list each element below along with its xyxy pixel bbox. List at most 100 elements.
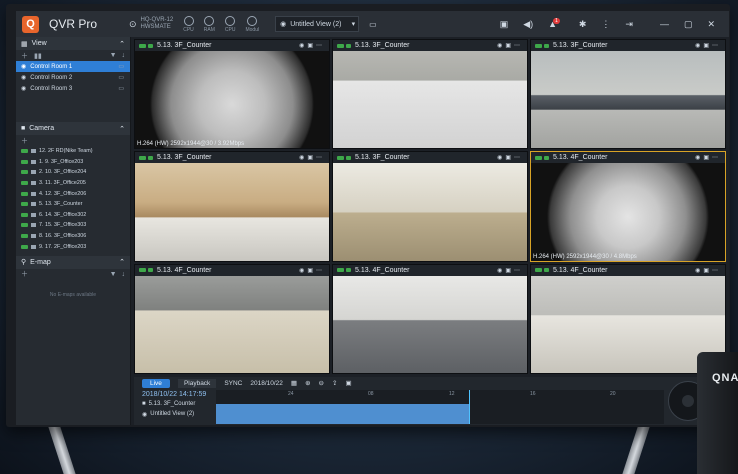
- recording-status-icon: [139, 155, 146, 160]
- camera-icon: ■: [142, 401, 146, 407]
- view-item[interactable]: ◉ Control Room 2 ▭: [16, 72, 130, 83]
- camera-list-item[interactable]: 6. 14. 3F_Office302: [16, 210, 130, 221]
- date-field[interactable]: 2018/10/22: [250, 380, 283, 387]
- recording-status-icon: [21, 202, 28, 207]
- tile-action-icons[interactable]: ◉▣⋯: [497, 267, 523, 274]
- tile-action-icons[interactable]: ◉▣⋯: [695, 42, 721, 49]
- camera-tile[interactable]: 5.13. 4F_Counter ◉▣⋯: [134, 263, 330, 374]
- tile-action-icons[interactable]: ◉▣⋯: [497, 42, 523, 49]
- snapshot-icon[interactable]: ▣: [345, 379, 351, 387]
- tile-action-icons[interactable]: ◉▣⋯: [695, 154, 721, 161]
- playback-button[interactable]: Playback: [177, 378, 217, 388]
- emap-tools: ＋ ▼ ↓: [16, 269, 130, 280]
- recording-status-icon: [337, 155, 344, 160]
- maximize-icon[interactable]: ▢: [684, 19, 693, 30]
- tile-action-icons[interactable]: ◉▣⋯: [695, 267, 721, 274]
- camera-tile[interactable]: 5.13. 4F_Counter ◉▣⋯ H.264 (HW) 2592x1944@…: [530, 151, 726, 262]
- stream-info: H.264 (HW) 2592x1944@30 / 4.8Mbps: [533, 253, 637, 260]
- timeline-ticks: 24 08 12 16 20: [216, 390, 664, 398]
- add-icon[interactable]: ＋: [21, 136, 28, 146]
- minimize-icon[interactable]: —: [660, 19, 669, 29]
- tile-header: 5.13. 3F_Counter ◉▣⋯: [333, 40, 527, 51]
- emap-panel-header[interactable]: ⚲ E-map ⌃: [16, 255, 130, 269]
- logout-icon[interactable]: ⇥: [625, 19, 633, 30]
- view-select[interactable]: ◉ Untitled View (2) ▾: [275, 16, 360, 32]
- timeline-track[interactable]: 24 08 12 16 20: [216, 390, 664, 424]
- camera-list-item[interactable]: 7. 15. 3F_Office303: [16, 220, 130, 231]
- zoom-in-icon[interactable]: ⊕: [305, 379, 310, 387]
- camera-tile[interactable]: 5.13. 3F_Counter ◉▣⋯: [530, 39, 726, 150]
- monitor-icon[interactable]: ▭: [118, 74, 124, 81]
- camera-tile[interactable]: 5.13. 3F_Counter ◉▣⋯: [332, 151, 528, 262]
- monitor-icon[interactable]: ▭: [118, 63, 124, 70]
- tile-header: 5.13. 3F_Counter ◉▣⋯: [135, 40, 329, 51]
- view-list: ◉ Control Room 1 ▭ ◉ Control Room 2 ▭ ◉ Control…: [16, 61, 130, 94]
- tile-header: 5.13. 3F_Counter ◉▣⋯: [531, 40, 725, 51]
- tile-action-icons[interactable]: ◉▣⋯: [497, 154, 523, 161]
- save-view-icon[interactable]: ▭: [369, 20, 377, 29]
- export-icon[interactable]: ⇪: [332, 379, 337, 387]
- collapse-icon[interactable]: ⌃: [119, 258, 125, 266]
- monitor-icon[interactable]: ▭: [118, 85, 124, 92]
- timeline-panel: Live Playback SYNC 2018/10/22 ▦ ⊕ ⊖ ⇪ ▣ …: [134, 377, 726, 425]
- eye-icon: ◉: [142, 411, 148, 418]
- recording-status-icon: [337, 268, 344, 273]
- camera-tile[interactable]: 5.13. 3F_Counter ◉▣⋯ H.264 (HW) 2592x1944@…: [134, 39, 330, 150]
- recording-status-icon: [21, 191, 28, 196]
- camera-list-item[interactable]: 5. 13. 3F_Counter: [16, 199, 130, 210]
- camera-list-item[interactable]: 1. 9. 3F_Office203: [16, 157, 130, 168]
- filter-icon[interactable]: ▼: [110, 271, 117, 278]
- live-button[interactable]: Live: [142, 378, 170, 388]
- camera-feed: [333, 275, 527, 373]
- timeline-tick-label: 08: [368, 391, 374, 397]
- tile-header: 5.13. 4F_Counter ◉▣⋯: [531, 152, 725, 164]
- filter-icon[interactable]: ▼: [110, 52, 117, 59]
- layout-icon[interactable]: ▮▮: [34, 52, 42, 60]
- playhead[interactable]: [469, 390, 470, 424]
- camera-tile[interactable]: 5.13. 4F_Counter ◉▣⋯: [332, 263, 528, 374]
- camera-list-item[interactable]: 2. 10. 3F_Office204: [16, 167, 130, 178]
- collapse-icon[interactable]: ⌃: [119, 40, 125, 48]
- tile-action-icons[interactable]: ◉▣⋯: [299, 267, 325, 274]
- camera-type-icon: [31, 234, 36, 239]
- recording-status-icon: [21, 170, 28, 175]
- camera-list-item[interactable]: 9. 17. 2F_Office203: [16, 241, 130, 252]
- calendar-icon[interactable]: ▦: [291, 379, 297, 387]
- camera-list-item[interactable]: 4. 12. 3F_Office206: [16, 188, 130, 199]
- camera-list-item[interactable]: 8. 16. 3F_Office306: [16, 231, 130, 242]
- view-panel-header[interactable]: ▦ View ⌃: [16, 37, 130, 50]
- sync-button[interactable]: SYNC: [224, 380, 242, 387]
- notification-icon[interactable]: ▲1: [548, 18, 564, 29]
- collapse-icon[interactable]: ⌃: [119, 125, 125, 133]
- tile-header: 5.13. 4F_Counter ◉▣⋯: [531, 264, 725, 276]
- module-gauge: Modul: [245, 15, 259, 33]
- tile-header: 5.13. 3F_Counter ◉▣⋯: [135, 152, 329, 164]
- view-item[interactable]: ◉ Control Room 3 ▭: [16, 83, 130, 94]
- sort-icon[interactable]: ↓: [122, 271, 126, 278]
- volume-icon[interactable]: ◀): [523, 19, 533, 30]
- tile-action-icons[interactable]: ◉▣⋯: [299, 42, 325, 49]
- fullscreen-icon[interactable]: ▣: [500, 19, 509, 30]
- camera-grid: 5.13. 3F_Counter ◉▣⋯ H.264 (HW) 2592x1944@…: [134, 39, 726, 374]
- camera-tile[interactable]: 5.13. 3F_Counter ◉▣⋯: [134, 151, 330, 262]
- zoom-out-icon[interactable]: ⊖: [319, 379, 324, 387]
- monitor-frame: Q QVR Pro ⊙ HQ-QVR-12 HWSMATE CPU RAM CP…: [6, 4, 730, 427]
- settings-icon[interactable]: ✱: [579, 19, 587, 30]
- camera-status-icon: [346, 268, 351, 273]
- camera-list-item[interactable]: 3. 11. 3F_Office205: [16, 178, 130, 189]
- server-status[interactable]: ⊙ HQ-QVR-12 HWSMATE CPU RAM CPU Modul: [129, 15, 259, 33]
- camera-panel-header[interactable]: ■ Camera ⌃: [16, 122, 130, 135]
- camera-status-icon: [544, 268, 549, 273]
- sort-icon[interactable]: ↓: [122, 52, 126, 59]
- add-icon[interactable]: ＋: [21, 51, 28, 61]
- camera-feed: [531, 51, 725, 149]
- camera-feed: [531, 275, 725, 373]
- camera-list-item[interactable]: 12. 2F RD(Nike Team): [16, 146, 130, 157]
- close-icon[interactable]: ✕: [707, 19, 715, 30]
- camera-tile[interactable]: 5.13. 3F_Counter ◉▣⋯: [332, 39, 528, 150]
- camera-type-icon: [31, 244, 36, 249]
- more-icon[interactable]: ⋮: [601, 19, 610, 30]
- view-item[interactable]: ◉ Control Room 1 ▭: [16, 61, 130, 72]
- tile-action-icons[interactable]: ◉▣⋯: [299, 154, 325, 161]
- add-icon[interactable]: ＋: [21, 269, 28, 279]
